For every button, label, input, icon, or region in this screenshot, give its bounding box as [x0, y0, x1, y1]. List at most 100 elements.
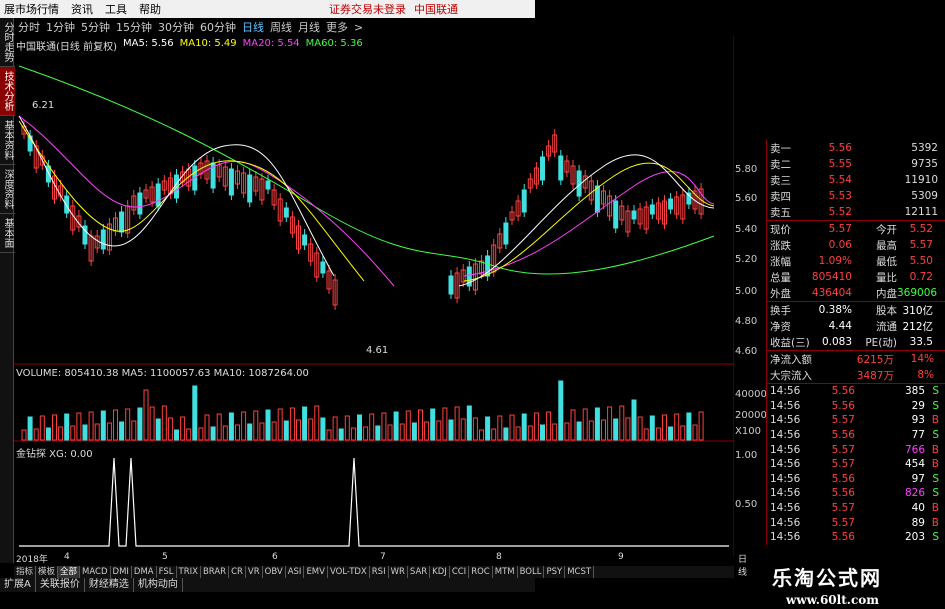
left-tab-deep[interactable]: 深度资料: [0, 165, 15, 214]
volume-bar: [485, 416, 491, 441]
tab-timeframe[interactable]: 分时: [18, 19, 40, 35]
indicator-tab[interactable]: BRAR: [201, 566, 230, 578]
tab-timeframe[interactable]: 1分钟: [46, 19, 75, 35]
indicator-tab[interactable]: ASI: [286, 566, 305, 578]
volume-bar: [326, 429, 332, 441]
indicator-tab[interactable]: ROC: [469, 566, 493, 578]
left-tab-intraday[interactable]: 分时走势: [0, 18, 15, 67]
menu-item-market[interactable]: 展市场行情: [4, 1, 59, 17]
indicator-tab[interactable]: VR: [246, 566, 263, 578]
indicator-tab[interactable]: DMI: [111, 566, 132, 578]
indicator-tab[interactable]: MTM: [493, 566, 518, 578]
kline-chart[interactable]: 6.21 4.61: [14, 36, 734, 556]
indicator-tab[interactable]: RSI: [370, 566, 389, 578]
indicator-tab[interactable]: FSL: [157, 566, 177, 578]
volume-bar: [33, 428, 39, 441]
indicator-tab[interactable]: DMA: [132, 566, 157, 578]
volume-bar: [180, 416, 186, 441]
tick-side: S: [932, 429, 939, 442]
volume-bar: [466, 405, 472, 441]
indicator-tab[interactable]: 全部: [58, 566, 81, 578]
indicator-tab[interactable]: EMV: [304, 566, 328, 578]
chevron-right-icon[interactable]: >: [354, 21, 363, 34]
tab-extend-a[interactable]: 扩展A: [0, 578, 36, 592]
volume-bar: [674, 413, 680, 441]
left-tab-basic[interactable]: 基本资料: [0, 116, 15, 165]
volume-bar: [338, 428, 344, 441]
indicator-tab[interactable]: MACD: [80, 566, 111, 578]
bottom-tabs: 扩展A 关联报价 财经精选 机构动向: [0, 578, 535, 592]
indicator-tab[interactable]: CCI: [450, 566, 470, 578]
volume-bar: [662, 414, 667, 441]
volume-bar: [314, 405, 320, 441]
flow-row: 净流入额 6215万 14%: [767, 351, 945, 367]
tick-side: S: [932, 399, 939, 412]
stat-value: 436404: [811, 287, 852, 299]
volume-bar: [76, 412, 82, 441]
volume-bar: [607, 406, 613, 441]
stat-label-right: 内盘: [876, 287, 897, 300]
tick-row: 14:56 5.57 454 B: [767, 457, 945, 472]
volume-bar: [582, 408, 588, 441]
indicator-tab[interactable]: TRIX: [177, 566, 201, 578]
menu-item-news[interactable]: 资讯: [71, 1, 93, 17]
stock-name-link[interactable]: 中国联通: [414, 1, 458, 17]
volume-bar: [564, 422, 570, 441]
volume-bar: [113, 409, 118, 441]
volume-bar: [94, 423, 100, 441]
tab-timeframe[interactable]: 30分钟: [158, 19, 194, 35]
tab-timeframe[interactable]: 月线: [298, 19, 320, 35]
indicator-tab[interactable]: WR: [389, 566, 408, 578]
volume-bar: [540, 424, 545, 441]
indicator-tab[interactable]: MCST: [565, 566, 595, 578]
indicator-tab[interactable]: VOL-TDX: [328, 566, 370, 578]
volume-bar: [527, 425, 533, 441]
stat-row: 现价 5.57 今开 5.52: [767, 221, 945, 237]
volume-bar: [393, 411, 399, 441]
menu-item-tools[interactable]: 工具: [105, 1, 127, 17]
menu-item-help[interactable]: 帮助: [139, 1, 161, 17]
tab-related-quotes[interactable]: 关联报价: [36, 578, 85, 592]
indicator-tab[interactable]: 指标: [14, 566, 37, 578]
indicator-tab[interactable]: OBV: [263, 566, 286, 578]
tab-timeframe-daily[interactable]: 日线: [242, 19, 264, 35]
price-tick: 5.20: [735, 254, 758, 265]
left-tab-technical[interactable]: 技术分析: [0, 67, 15, 116]
stat-value: 1.09%: [818, 255, 852, 267]
ask-volume: 9735: [911, 158, 938, 170]
stat-label: 涨跌: [770, 239, 791, 252]
tab-timeframe[interactable]: 15分钟: [116, 19, 152, 35]
stat-row: 收益(三) 0.083 PE(动) 33.5: [767, 334, 945, 350]
tick-row: 14:56 5.56 97 S: [767, 472, 945, 487]
tab-timeframe-more[interactable]: 更多: [326, 19, 348, 35]
tab-finance-picks[interactable]: 财经精选: [85, 578, 134, 592]
volume-bar: [119, 421, 125, 441]
stat-row: 净资 4.44 流通 212亿: [767, 318, 945, 334]
tab-timeframe[interactable]: 周线: [270, 19, 292, 35]
volume-bar: [460, 418, 466, 441]
tick-side: S: [932, 531, 939, 544]
indicator-tab[interactable]: KDJ: [430, 566, 450, 578]
indicator-tab[interactable]: BOLL: [518, 566, 545, 578]
tick-volume: 29: [911, 399, 925, 412]
tick-side: B: [931, 443, 939, 456]
indicator-tab[interactable]: 模板: [36, 566, 59, 578]
indicator-tab[interactable]: PSY: [544, 566, 566, 578]
tick-time: 14:56: [770, 516, 801, 529]
indicator-tab[interactable]: CR: [229, 566, 246, 578]
tab-timeframe[interactable]: 60分钟: [200, 19, 236, 35]
tab-timeframe[interactable]: 5分钟: [81, 19, 110, 35]
price-tick: 4.80: [735, 316, 758, 327]
stat-row: 外盘 436404 内盘 369006: [767, 285, 945, 301]
volume-bar: [100, 410, 106, 441]
stat-row: 涨跌 0.06 最高 5.57: [767, 237, 945, 253]
left-tab-fundamental[interactable]: 基本面: [0, 214, 15, 253]
indicator-tab[interactable]: SAR: [408, 566, 431, 578]
volume-bar: [259, 422, 265, 441]
ma-line: [18, 65, 715, 275]
volume-bar: [143, 389, 149, 441]
brand-url: www.60lt.com: [786, 593, 879, 607]
tick-volume: 93: [911, 414, 925, 427]
trade-login-link[interactable]: 证券交易未登录: [329, 1, 406, 17]
tab-institution[interactable]: 机构动向: [134, 578, 183, 592]
